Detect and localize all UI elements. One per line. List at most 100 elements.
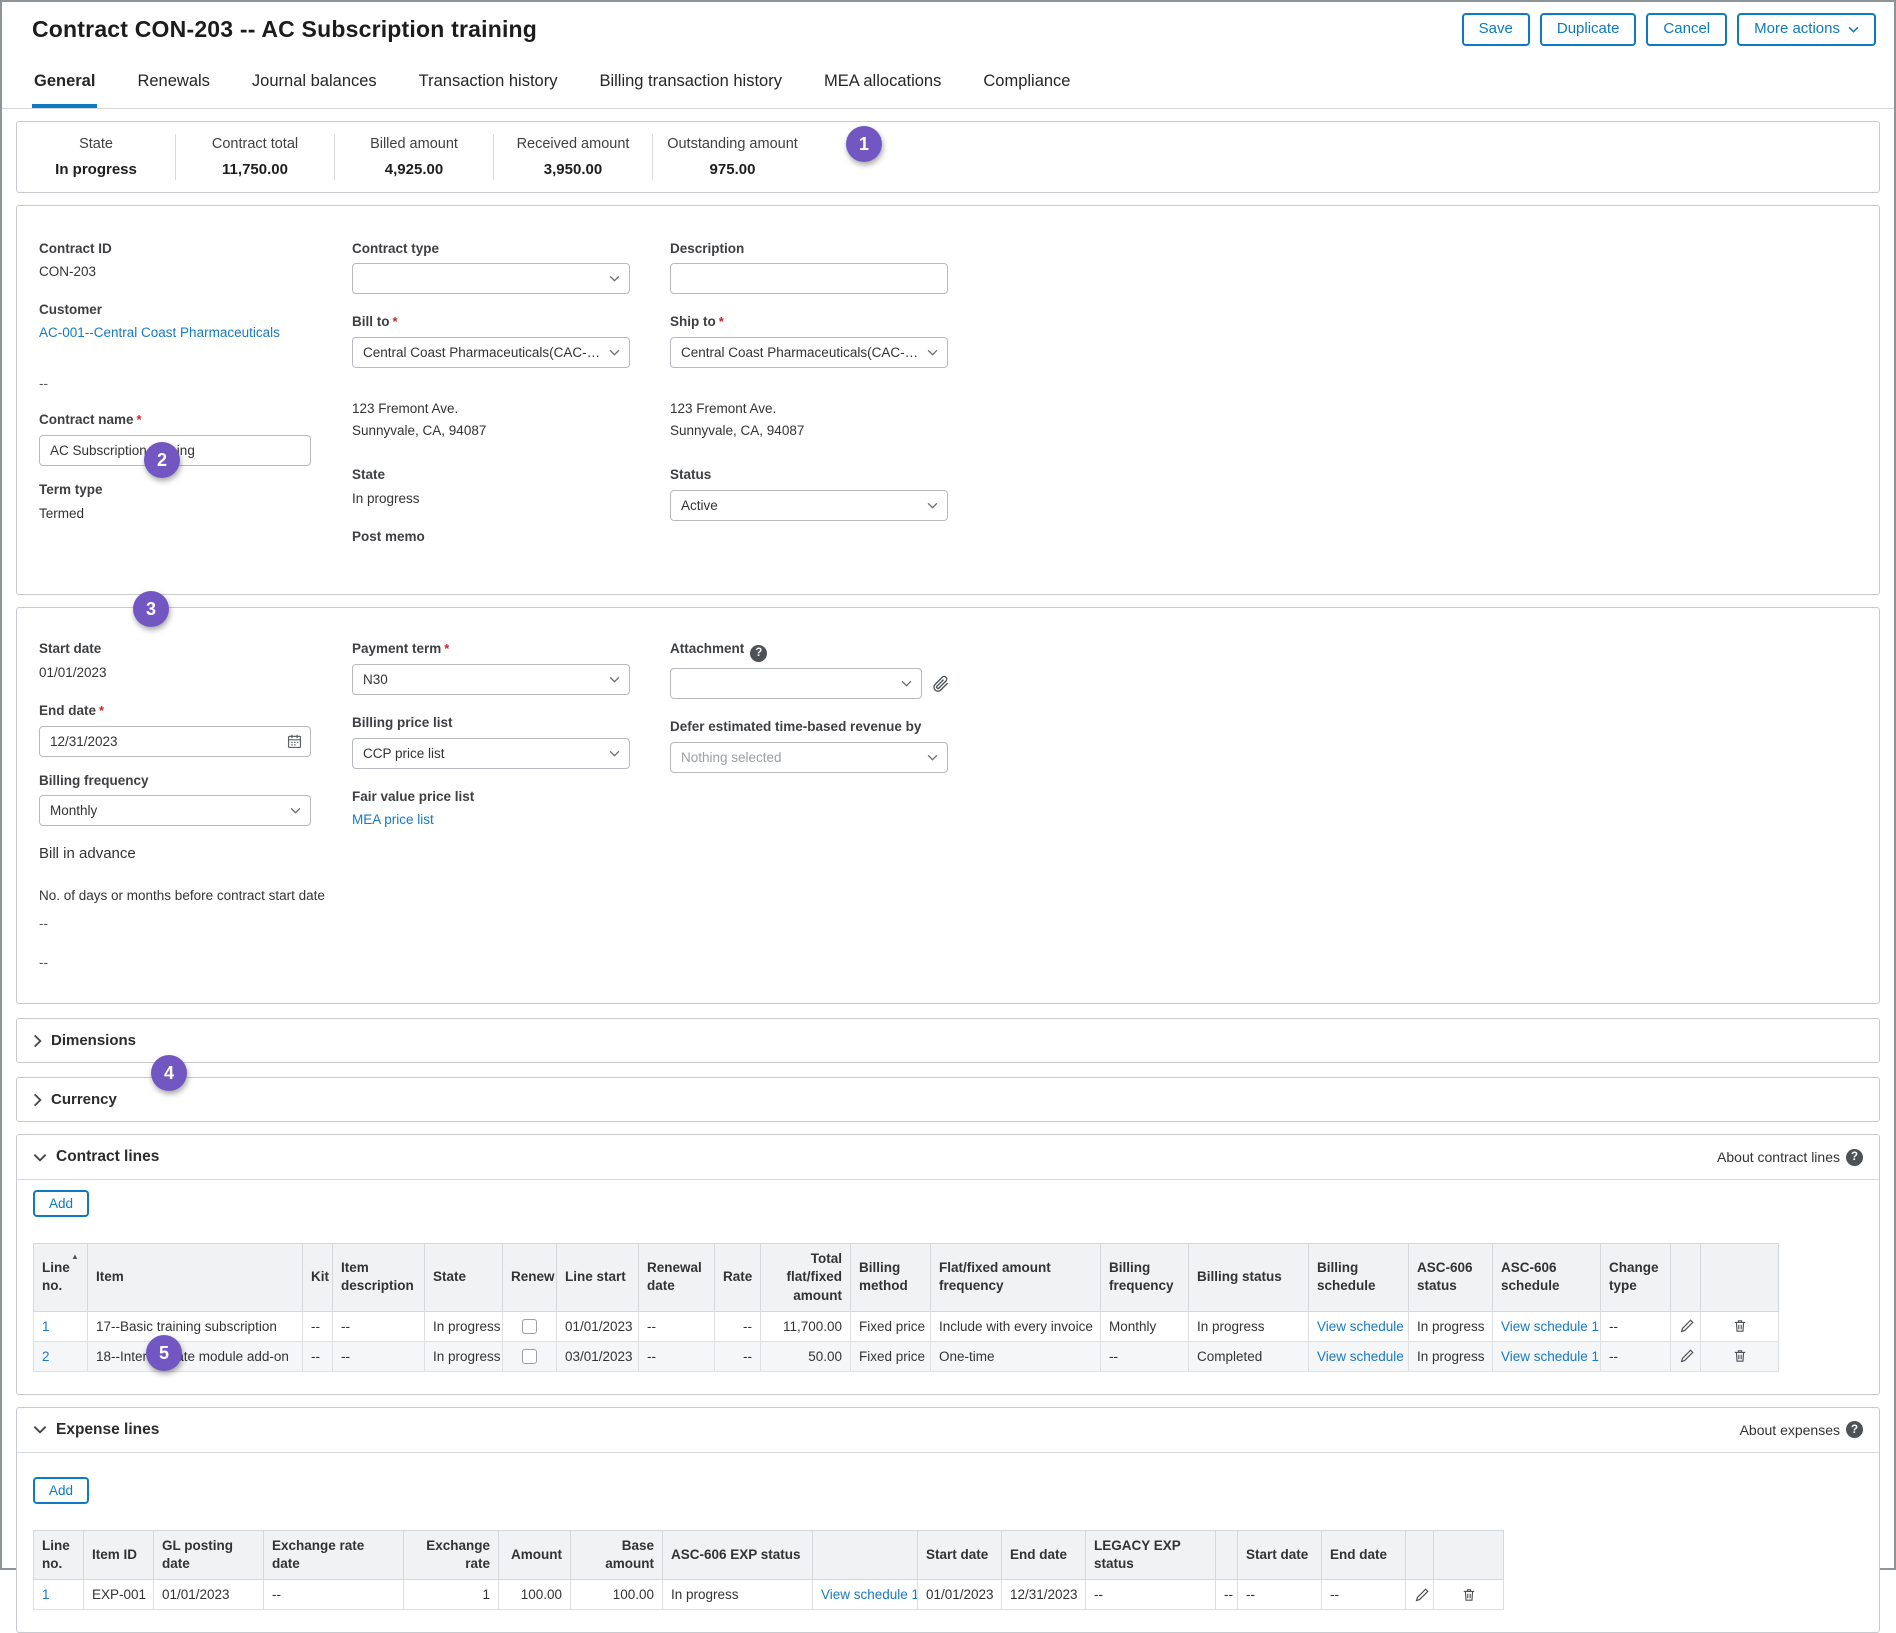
state-value: In progress: [352, 490, 670, 509]
contract-lines-toggle[interactable]: Contract lines: [33, 1148, 159, 1166]
end-date-input[interactable]: [39, 726, 311, 757]
summary-state-value: In progress: [23, 161, 169, 178]
tab-mea-allocations[interactable]: MEA allocations: [822, 55, 943, 108]
contract-type-select[interactable]: [352, 263, 630, 294]
tab-journal-balances[interactable]: Journal balances: [250, 55, 379, 108]
help-icon[interactable]: ?: [1846, 1149, 1863, 1166]
chevron-down-icon: [33, 1425, 47, 1434]
status-field: Status Active: [670, 466, 1857, 521]
renew-checkbox[interactable]: [522, 1349, 537, 1364]
col-asc606-status: ASC-606 status: [1409, 1244, 1493, 1312]
help-icon[interactable]: ?: [750, 645, 767, 662]
ship-to-address-line2: Sunnyvale, CA, 94087: [670, 420, 1857, 442]
billing-frequency-select[interactable]: Monthly: [39, 795, 311, 826]
info-empty-value: --: [39, 375, 352, 394]
ship-to-select[interactable]: Central Coast Pharmaceuticals(CAC-001): [670, 337, 948, 368]
fair-value-price-list-label: Fair value price list: [352, 788, 670, 806]
required-asterisk: *: [99, 703, 104, 718]
bill-to-address-line2: Sunnyvale, CA, 94087: [352, 420, 670, 442]
cell-billing-status: In progress: [1189, 1311, 1309, 1341]
asc606-schedule-link[interactable]: View schedule 1: [1501, 1349, 1599, 1364]
line-no-link[interactable]: 1: [42, 1587, 50, 1602]
term-type-field: Term type Termed: [39, 481, 352, 523]
tab-transaction-history[interactable]: Transaction history: [417, 55, 560, 108]
payment-term-select[interactable]: N30: [352, 664, 630, 695]
cell-billing-method: Fixed price: [851, 1311, 931, 1341]
duplicate-button[interactable]: Duplicate: [1540, 13, 1637, 46]
renew-checkbox[interactable]: [522, 1319, 537, 1334]
contract-id-field: Contract ID CON-203: [39, 240, 352, 282]
billing-price-list-select[interactable]: CCP price list: [352, 738, 630, 769]
currency-label: Currency: [51, 1091, 117, 1108]
cancel-button[interactable]: Cancel: [1646, 13, 1727, 46]
step-badge-4: 4: [151, 1055, 187, 1091]
customer-field: Customer AC-001--Central Coast Pharmaceu…: [39, 301, 352, 343]
summary-outstanding-amount: Outstanding amount 975.00: [653, 134, 812, 180]
delete-line-button[interactable]: [1434, 1580, 1504, 1610]
bill-to-label: Bill to: [352, 314, 390, 329]
line-no-link[interactable]: 2: [42, 1349, 50, 1364]
col-end-date: End date: [1002, 1530, 1086, 1579]
info-column-1: Contract ID CON-203 Customer AC-001--Cen…: [39, 240, 352, 565]
contract-type-label: Contract type: [352, 240, 670, 258]
ship-to-label: Ship to: [670, 314, 716, 329]
cell-change-type: --: [1601, 1341, 1671, 1371]
paperclip-icon[interactable]: [931, 674, 950, 693]
term-type-value: Termed: [39, 505, 352, 524]
page-header: Contract CON-203 -- AC Subscription trai…: [2, 2, 1894, 55]
tab-general[interactable]: General: [32, 55, 97, 108]
add-expense-line-button[interactable]: Add: [33, 1477, 89, 1504]
expense-schedule-link[interactable]: View schedule 1: [821, 1587, 918, 1602]
edit-line-button[interactable]: [1406, 1580, 1434, 1610]
dimensions-section-toggle[interactable]: Dimensions: [16, 1018, 1880, 1063]
col-line-no[interactable]: Line no.▲: [34, 1244, 88, 1312]
attachment-select[interactable]: [670, 668, 922, 699]
summary-contract-total: Contract total 11,750.00: [176, 134, 335, 180]
line-no-link[interactable]: 1: [42, 1319, 50, 1334]
delete-line-button[interactable]: [1701, 1311, 1779, 1341]
col-edit: [1671, 1244, 1701, 1312]
customer-link[interactable]: AC-001--Central Coast Pharmaceuticals: [39, 325, 280, 340]
step-badge-2: 2: [144, 442, 180, 478]
defer-revenue-select[interactable]: Nothing selected: [670, 742, 948, 773]
tab-billing-transaction-history[interactable]: Billing transaction history: [597, 55, 784, 108]
save-button[interactable]: Save: [1462, 13, 1530, 46]
pencil-icon: [1679, 1348, 1695, 1364]
status-select[interactable]: Active: [670, 490, 948, 521]
bill-to-select[interactable]: Central Coast Pharmaceuticals(CAC-001): [352, 337, 630, 368]
tab-renewals[interactable]: Renewals: [135, 55, 211, 108]
tab-compliance[interactable]: Compliance: [981, 55, 1072, 108]
chevron-down-icon: [609, 750, 620, 757]
fair-value-price-list-link[interactable]: MEA price list: [352, 812, 434, 827]
col-billing-schedule: Billing schedule: [1309, 1244, 1409, 1312]
add-contract-line-button[interactable]: Add: [33, 1190, 89, 1217]
col-exchange-rate-date: Exchange rate date: [264, 1530, 404, 1579]
attachment-label: Attachment: [670, 641, 744, 656]
currency-section-toggle[interactable]: Currency: [16, 1077, 1880, 1122]
state-field: State In progress: [352, 466, 670, 508]
edit-line-button[interactable]: [1671, 1311, 1701, 1341]
billing-schedule-link[interactable]: View schedule: [1317, 1319, 1404, 1334]
description-input[interactable]: [670, 263, 948, 294]
chevron-down-icon: [1848, 26, 1859, 33]
help-icon[interactable]: ?: [1846, 1421, 1863, 1438]
billing-schedule-link[interactable]: View schedule: [1317, 1349, 1404, 1364]
cell-total-flat-fixed-amount: 11,700.00: [761, 1311, 851, 1341]
expense-lines-toggle[interactable]: Expense lines: [33, 1421, 159, 1439]
billing-price-list-field: Billing price list CCP price list: [352, 714, 670, 769]
col-edit: [1406, 1530, 1434, 1579]
cell-asc606-status: In progress: [1409, 1311, 1493, 1341]
edit-line-button[interactable]: [1671, 1341, 1701, 1371]
required-asterisk: *: [719, 314, 724, 329]
description-field: Description: [670, 240, 1857, 295]
col-delete: [1701, 1244, 1779, 1312]
cell-end-date: 12/31/2023: [1002, 1580, 1086, 1610]
cell-exchange-rate: 1: [404, 1580, 499, 1610]
cell-legacy-exp-status: --: [1086, 1580, 1216, 1610]
asc606-schedule-link[interactable]: View schedule 1: [1501, 1319, 1599, 1334]
delete-line-button[interactable]: [1701, 1341, 1779, 1371]
end-date-label: End date: [39, 703, 96, 718]
calendar-icon[interactable]: [286, 733, 303, 750]
cell-kit: --: [303, 1341, 333, 1371]
more-actions-button[interactable]: More actions: [1737, 13, 1876, 46]
